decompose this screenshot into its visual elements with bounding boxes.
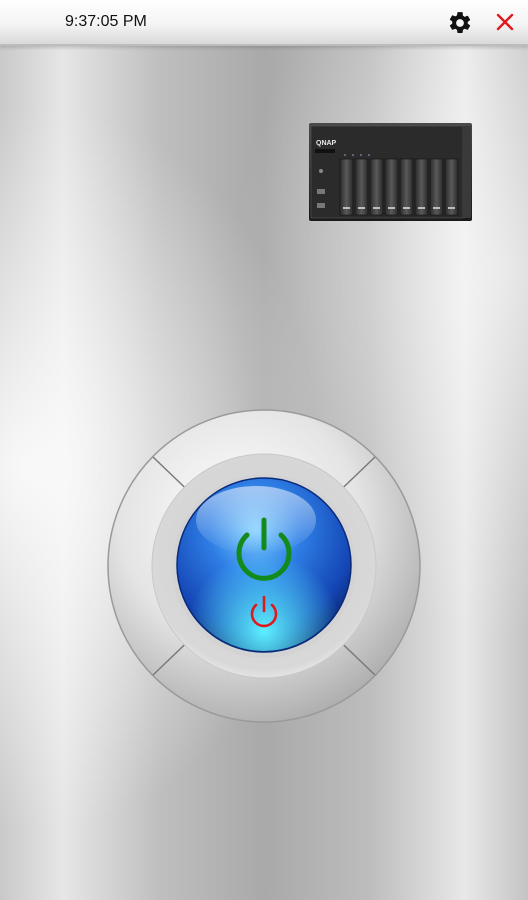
nas-brand-logo: QNAP: [316, 140, 337, 147]
gear-icon: [449, 12, 471, 33]
settings-button[interactable]: [447, 10, 473, 36]
close-button[interactable]: [493, 10, 517, 34]
top-bar: 9:37:05 PM: [0, 0, 528, 46]
nas-device-image: QNAP: [309, 123, 472, 221]
close-icon: [496, 13, 514, 31]
clock-time: 9:37:05 PM: [65, 13, 147, 30]
power-control: [106, 408, 422, 724]
